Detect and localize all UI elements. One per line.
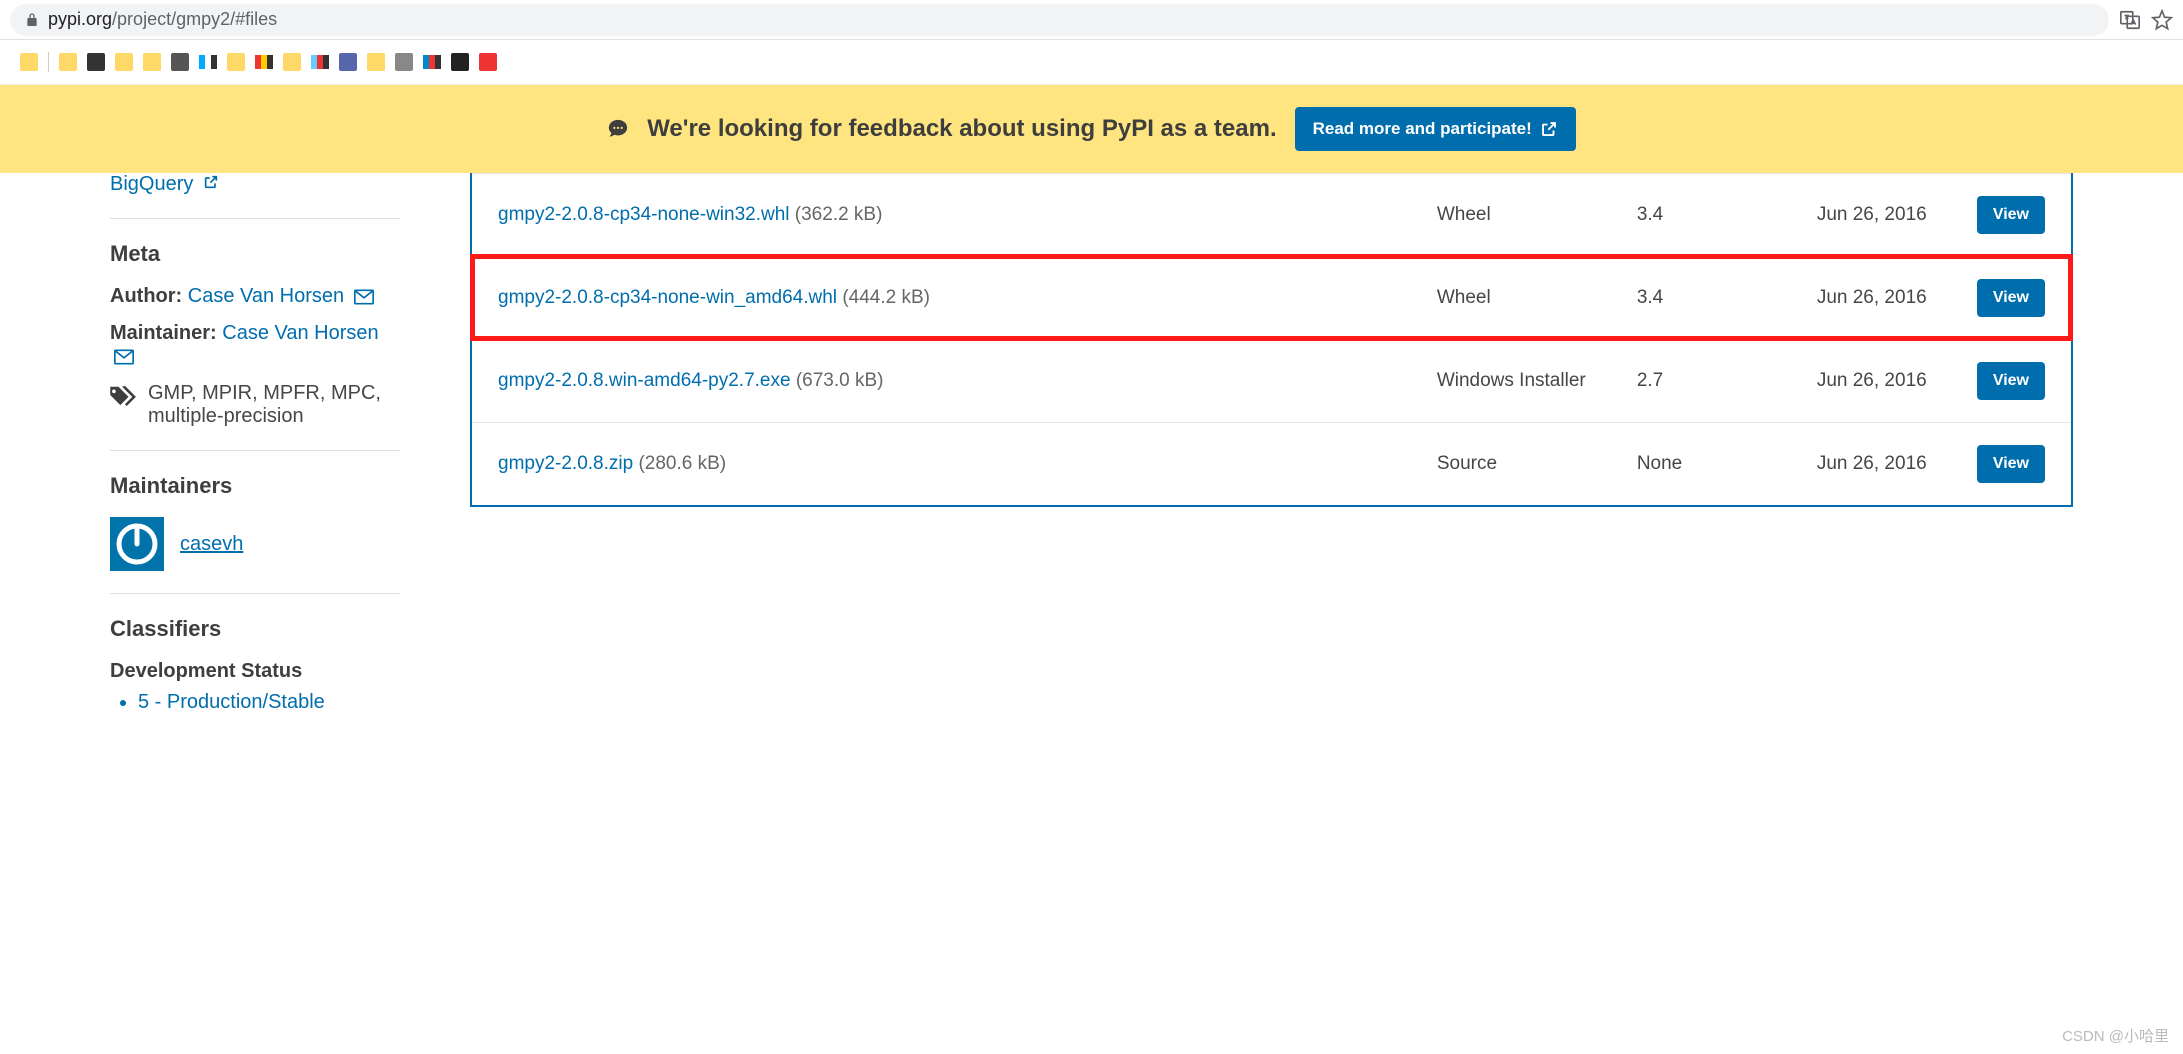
file-name-cell: gmpy2-2.0.8.zip (280.6 kB) <box>498 450 1417 479</box>
file-name-cell: gmpy2-2.0.8-cp34-none-win_amd64.whl (444… <box>498 284 1417 313</box>
file-link[interactable]: gmpy2-2.0.8.zip <box>498 453 633 474</box>
gravatar-icon <box>115 522 159 566</box>
bookmark-item[interactable] <box>171 53 189 71</box>
maintainer-link[interactable]: Case Van Horsen <box>222 322 378 344</box>
file-date: Jun 26, 2016 <box>1817 370 1957 392</box>
file-row: gmpy2-2.0.8-cp34-none-win_amd64.whl (444… <box>472 256 2071 339</box>
banner-button-label: Read more and participate! <box>1313 119 1532 139</box>
browser-chrome: pypi.org/project/gmpy2/#files <box>0 0 2183 40</box>
file-size: (280.6 kB) <box>638 453 726 474</box>
files-table: gmpy2-2.0.8-cp34-none-win32.whl (362.2 k… <box>470 173 2073 507</box>
maintainer-username[interactable]: casevh <box>180 533 243 556</box>
bookmark-item[interactable] <box>143 53 161 71</box>
main-content: gmpy2-2.0.8-cp34-none-win32.whl (362.2 k… <box>470 173 2073 714</box>
file-version: 3.4 <box>1637 204 1797 226</box>
view-button[interactable]: View <box>1977 445 2045 483</box>
file-type: Wheel <box>1437 287 1617 309</box>
file-type: Source <box>1437 453 1617 475</box>
bookmark-item[interactable] <box>311 55 329 69</box>
mail-icon[interactable] <box>114 349 134 365</box>
address-bar[interactable]: pypi.org/project/gmpy2/#files <box>10 4 2109 36</box>
statistics-link-partial[interactable]: BigQuery <box>110 173 400 196</box>
external-link-icon <box>203 174 219 190</box>
star-icon[interactable] <box>2151 9 2173 31</box>
watermark: CSDN @小哈里 <box>2062 1025 2169 1046</box>
banner-text: We're looking for feedback about using P… <box>647 115 1276 143</box>
meta-heading: Meta <box>110 241 400 267</box>
comment-icon <box>607 118 629 140</box>
tags-icon <box>110 384 138 406</box>
file-version: 3.4 <box>1637 287 1797 309</box>
author-row: Author: Case Van Horsen <box>110 285 400 308</box>
file-name-cell: gmpy2-2.0.8.win-amd64-py2.7.exe (673.0 k… <box>498 367 1417 396</box>
bookmark-item[interactable] <box>199 55 217 69</box>
file-date: Jun 26, 2016 <box>1817 204 1957 226</box>
tags-row: GMP, MPIR, MPFR, MPC, multiple-precision <box>110 382 400 428</box>
author-link[interactable]: Case Van Horsen <box>188 285 344 307</box>
file-link[interactable]: gmpy2-2.0.8-cp34-none-win_amd64.whl <box>498 287 837 308</box>
file-name-cell: gmpy2-2.0.8-cp34-none-win32.whl (362.2 k… <box>498 201 1417 230</box>
avatar <box>110 517 164 571</box>
maintainer-row: Maintainer: Case Van Horsen <box>110 322 400 368</box>
bookmark-item[interactable] <box>479 53 497 71</box>
file-size: (673.0 kB) <box>796 370 884 391</box>
banner-participate-button[interactable]: Read more and participate! <box>1295 107 1576 151</box>
view-button[interactable]: View <box>1977 279 2045 317</box>
file-link[interactable]: gmpy2-2.0.8.win-amd64-py2.7.exe <box>498 370 791 391</box>
classifier-list: 5 - Production/Stable <box>110 691 400 714</box>
view-button[interactable]: View <box>1977 196 2045 234</box>
maintainer-label: Maintainer: <box>110 322 217 344</box>
translate-icon[interactable] <box>2119 9 2141 31</box>
bookmark-item[interactable] <box>367 53 385 71</box>
bookmark-folder[interactable] <box>20 53 38 71</box>
file-version: None <box>1637 453 1797 475</box>
file-size: (444.2 kB) <box>842 287 930 308</box>
file-size: (362.2 kB) <box>795 204 883 225</box>
bookmark-item[interactable] <box>339 53 357 71</box>
bookmark-item[interactable] <box>227 53 245 71</box>
bookmark-item[interactable] <box>395 53 413 71</box>
file-version: 2.7 <box>1637 370 1797 392</box>
file-row: gmpy2-2.0.8.win-amd64-py2.7.exe (673.0 k… <box>472 339 2071 422</box>
mail-icon[interactable] <box>354 289 374 305</box>
bookmark-item[interactable] <box>87 53 105 71</box>
file-type: Wheel <box>1437 204 1617 226</box>
view-button[interactable]: View <box>1977 362 2045 400</box>
file-link[interactable]: gmpy2-2.0.8-cp34-none-win32.whl <box>498 204 790 225</box>
tags-text: GMP, MPIR, MPFR, MPC, multiple-precision <box>148 382 400 428</box>
maintainer-item[interactable]: casevh <box>110 517 400 571</box>
classifier-group-label: Development Status <box>110 660 400 683</box>
sidebar: BigQuery Meta Author: Case Van Horsen Ma… <box>110 173 400 714</box>
bookmarks-bar <box>0 40 2183 85</box>
bookmark-item[interactable] <box>115 53 133 71</box>
bookmark-item[interactable] <box>423 55 441 69</box>
external-link-icon <box>1540 120 1558 138</box>
file-type: Windows Installer <box>1437 370 1617 392</box>
feedback-banner: We're looking for feedback about using P… <box>0 85 2183 173</box>
bookmark-item[interactable] <box>59 53 77 71</box>
file-row: gmpy2-2.0.8.zip (280.6 kB) Source None Jun … <box>472 422 2071 505</box>
maintainers-heading: Maintainers <box>110 473 400 499</box>
bookmark-item[interactable] <box>451 53 469 71</box>
file-date: Jun 26, 2016 <box>1817 287 1957 309</box>
bookmark-item[interactable] <box>283 53 301 71</box>
classifier-item[interactable]: 5 - Production/Stable <box>138 691 400 714</box>
file-date: Jun 26, 2016 <box>1817 453 1957 475</box>
file-row: gmpy2-2.0.8-cp34-none-win32.whl (362.2 k… <box>472 173 2071 256</box>
bookmark-item[interactable] <box>255 55 273 69</box>
author-label: Author: <box>110 285 182 307</box>
url-text: pypi.org/project/gmpy2/#files <box>48 9 277 30</box>
classifiers-heading: Classifiers <box>110 616 400 642</box>
lock-icon <box>24 12 40 28</box>
